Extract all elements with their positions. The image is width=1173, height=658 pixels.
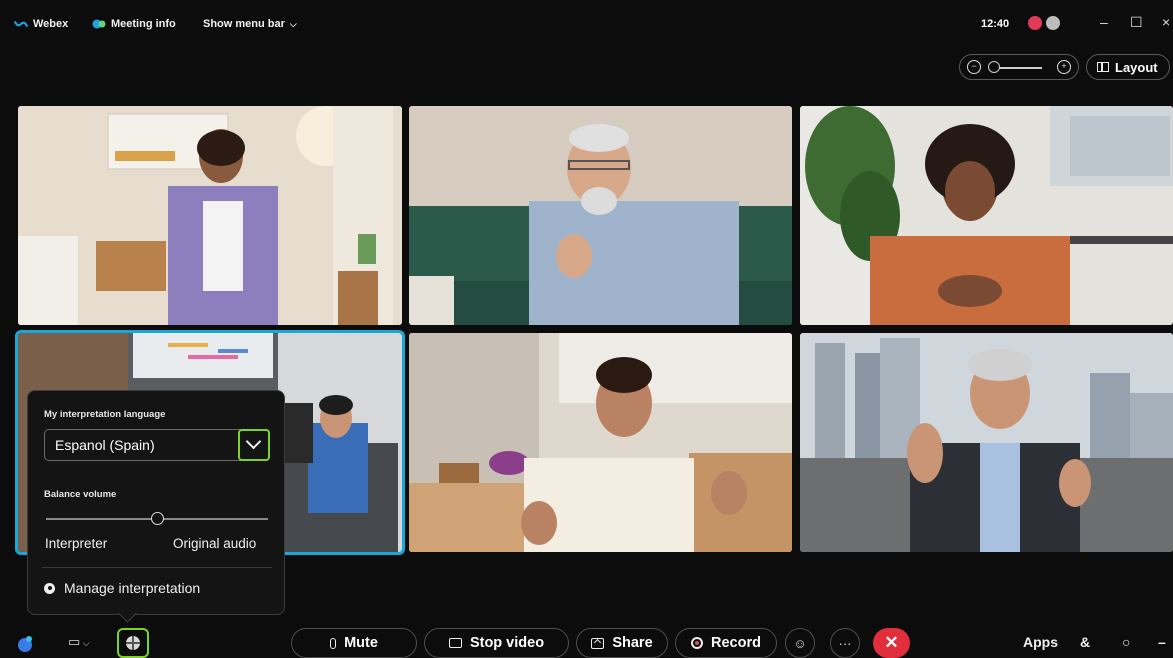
divider (42, 567, 272, 568)
camera-icon (448, 638, 462, 648)
zoom-out-icon[interactable]: − (967, 60, 981, 74)
participant-video (800, 333, 1173, 552)
minimize-button[interactable]: – (1100, 14, 1108, 30)
close-icon: ✕ (884, 633, 899, 652)
interpretation-button[interactable] (117, 628, 149, 658)
stop-video-button[interactable]: Stop video (424, 628, 569, 658)
meeting-controls: ▭ ⌵ Mute Stop video Share Record ☺ ··· ✕… (0, 628, 1173, 658)
more-options-button[interactable]: ··· (830, 628, 860, 658)
participant-video (409, 106, 792, 325)
recording-status-icon (1028, 16, 1042, 30)
captions-icon: ▭ (68, 634, 81, 649)
language-dropdown-button[interactable] (238, 429, 270, 461)
connection-status-icon (1046, 16, 1060, 30)
interpretation-language-label: My interpretation language (44, 409, 166, 420)
video-tile-1[interactable] (18, 106, 402, 325)
close-button[interactable]: × (1162, 14, 1170, 30)
gear-icon (44, 582, 55, 594)
zoom-slider[interactable]: − + (959, 54, 1079, 80)
participant-video (800, 106, 1173, 325)
share-label: Share (612, 635, 653, 651)
show-menu-bar-button[interactable]: Show menu bar ⌵ (203, 18, 297, 30)
participant-video (18, 106, 402, 325)
more-panels-icon[interactable]: – (1158, 634, 1166, 650)
app-name: Webex (33, 18, 69, 30)
chevron-down-icon: ⌵ (289, 18, 297, 29)
balance-volume-handle[interactable] (150, 512, 164, 525)
share-button[interactable]: Share (576, 628, 668, 658)
maximize-button[interactable]: ☐ (1130, 14, 1143, 31)
meeting-info-icon (92, 19, 106, 29)
video-tile-3[interactable] (800, 106, 1173, 325)
interpretation-language-select[interactable]: Espanol (Spain) (44, 429, 270, 461)
balance-volume-label: Balance volume (44, 489, 117, 500)
globe-icon (126, 636, 140, 650)
zoom-in-icon[interactable]: + (1057, 60, 1071, 74)
record-label: Record (711, 635, 761, 651)
reactions-button[interactable]: ☺ (785, 628, 815, 658)
webex-icon (14, 20, 28, 28)
layout-button[interactable]: Layout (1086, 54, 1170, 80)
grid-icon (1097, 62, 1109, 72)
share-icon (591, 637, 605, 649)
record-icon (691, 637, 704, 649)
manage-interpretation-label: Manage interpretation (64, 580, 201, 596)
chevron-down-icon (245, 433, 262, 450)
chat-icon[interactable]: ○ (1122, 634, 1130, 650)
popup-pointer (118, 604, 137, 623)
selected-language: Espanol (Spain) (55, 437, 155, 453)
smiley-icon: ☺ (793, 635, 807, 651)
mute-label: Mute (344, 635, 378, 651)
meeting-info-label: Meeting info (111, 18, 176, 30)
webex-assistant-icon[interactable] (15, 633, 35, 653)
layout-label: Layout (1115, 59, 1158, 75)
apps-button[interactable]: Apps (1023, 634, 1058, 650)
manage-interpretation-button[interactable]: Manage interpretation (44, 580, 200, 596)
closed-captions-button[interactable]: ▭ ⌵ (68, 634, 90, 650)
meeting-info-button[interactable]: Meeting info (92, 18, 176, 30)
interpretation-popup: My interpretation language Espanol (Spai… (27, 390, 285, 623)
participant-video (409, 333, 792, 552)
record-button[interactable]: Record (675, 628, 777, 658)
video-tile-6[interactable] (800, 333, 1173, 552)
clock: 12:40 (981, 18, 1010, 30)
chevron-down-icon: ⌵ (80, 638, 90, 648)
microphone-icon (330, 637, 337, 649)
participants-icon[interactable]: & (1080, 634, 1090, 650)
stop-video-label: Stop video (469, 635, 545, 651)
end-meeting-button[interactable]: ✕ (873, 628, 910, 658)
webex-logo[interactable]: Webex (14, 18, 68, 30)
title-bar: Webex Meeting info Show menu bar ⌵ 12:40… (0, 8, 1173, 42)
zoom-handle[interactable] (988, 61, 1000, 73)
video-tile-5[interactable] (409, 333, 792, 552)
show-menu-bar-label: Show menu bar (203, 18, 285, 30)
mute-button[interactable]: Mute (291, 628, 417, 658)
interpreter-label: Interpreter (45, 536, 108, 551)
more-icon: ··· (838, 635, 852, 651)
original-audio-label: Original audio (173, 536, 257, 551)
video-tile-2[interactable] (409, 106, 792, 325)
